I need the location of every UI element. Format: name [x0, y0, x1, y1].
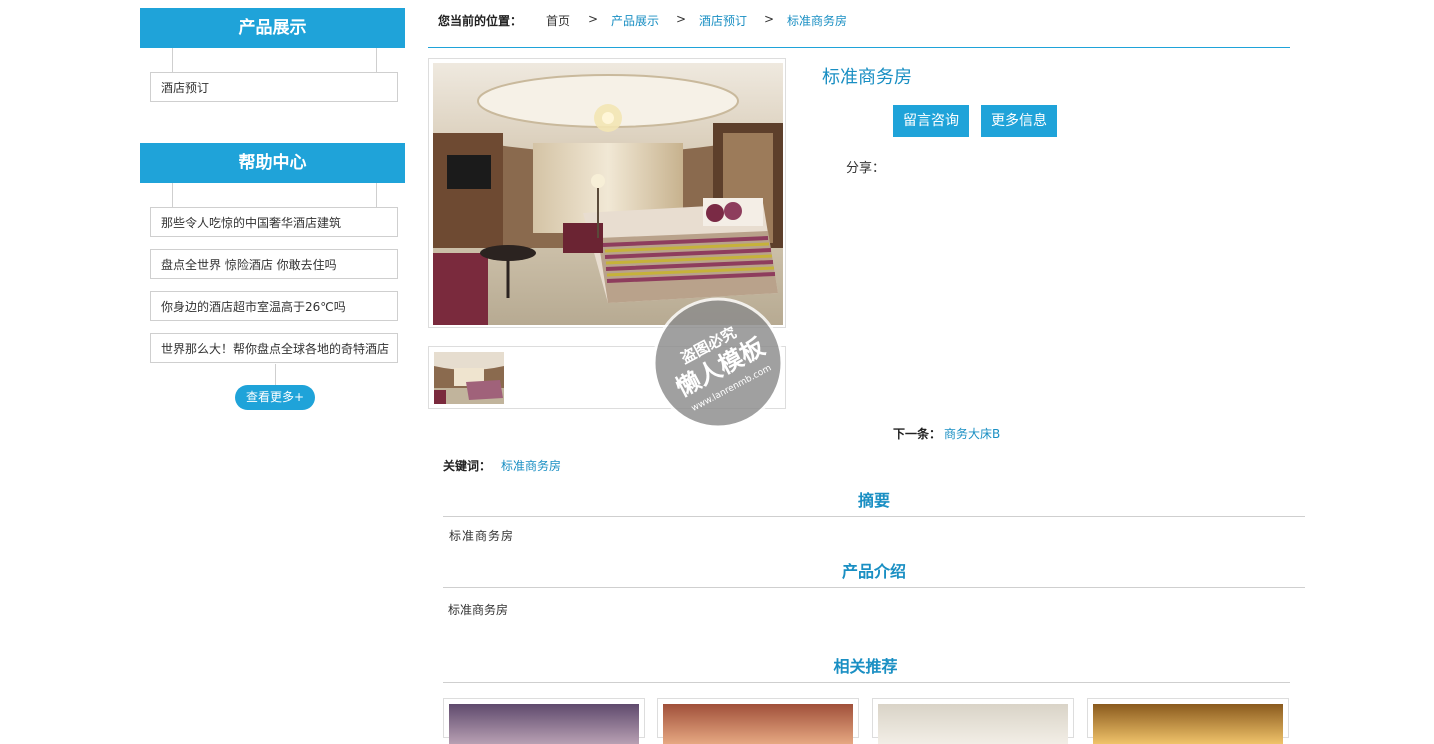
related-photo-4[interactable] — [1093, 704, 1283, 744]
connector-line — [172, 48, 173, 73]
connector-line — [376, 48, 377, 73]
help-item-2[interactable]: 盘点全世界 惊险酒店 你敢去住吗 — [150, 249, 398, 279]
related-photo-2[interactable] — [663, 704, 853, 744]
breadcrumb-separator: > — [764, 12, 775, 26]
share-label: 分享： — [846, 161, 886, 176]
section-divider — [443, 587, 1305, 588]
related-photo-3[interactable] — [878, 704, 1068, 744]
help-item-1[interactable]: 那些令人吃惊的中国奢华酒店建筑 — [150, 207, 398, 237]
related-title: 相关推荐 — [833, 657, 898, 676]
hotel-room-photo[interactable] — [433, 63, 783, 325]
main-image-frame — [428, 58, 786, 328]
breadcrumb-products[interactable]: 产品展示 — [611, 12, 659, 29]
breadcrumb-current[interactable]: 标准商务房 — [787, 12, 847, 29]
summary-title: 摘要 — [857, 491, 890, 510]
related-photo-1[interactable] — [449, 704, 639, 744]
breadcrumb-separator: > — [588, 12, 599, 26]
thumbnail-photo[interactable] — [434, 352, 504, 404]
related-card-3[interactable] — [872, 698, 1074, 744]
connector-line — [376, 183, 377, 208]
summary-text: 标准商务房 — [449, 529, 515, 543]
breadcrumb-separator: > — [676, 12, 687, 26]
help-item-3[interactable]: 你身边的酒店超市室温高于26℃吗 — [150, 291, 398, 321]
intro-title: 产品介绍 — [841, 562, 906, 581]
sidebar-item-hotel-booking[interactable]: 酒店预订 — [150, 72, 398, 102]
breadcrumb-divider — [428, 47, 1290, 48]
section-divider — [443, 682, 1290, 683]
related-card-1[interactable] — [443, 698, 645, 744]
breadcrumb-hotel-booking[interactable]: 酒店预订 — [699, 12, 747, 29]
breadcrumb-home[interactable]: 首页 — [546, 12, 570, 29]
related-card-4[interactable] — [1087, 698, 1289, 744]
breadcrumb-label: 您当前的位置： — [438, 14, 523, 28]
connector-line — [275, 364, 276, 385]
intro-text: 标准商务房 — [448, 603, 509, 617]
inquiry-button[interactable]: 留言咨询 — [893, 105, 969, 137]
more-info-button[interactable]: 更多信息 — [981, 105, 1057, 137]
products-sidebar-title: 产品展示 — [140, 8, 405, 48]
help-item-4[interactable]: 世界那么大！帮你盘点全球各地的奇特酒店 — [150, 333, 398, 363]
watermark-logo: 盗图必究 懒人模板 www.lanrenmb.com — [652, 297, 784, 429]
next-product-link[interactable]: 商务大床B — [944, 425, 1000, 442]
related-card-2[interactable] — [657, 698, 859, 744]
keywords-label: 关键词： — [443, 459, 492, 473]
next-label: 下一条： — [893, 427, 942, 441]
product-title: 标准商务房 — [822, 67, 912, 88]
view-more-button[interactable]: 查看更多+ — [235, 385, 315, 410]
keyword-link[interactable]: 标准商务房 — [501, 457, 561, 474]
help-sidebar-title: 帮助中心 — [140, 143, 405, 183]
section-divider — [443, 516, 1305, 517]
connector-line — [172, 183, 173, 208]
